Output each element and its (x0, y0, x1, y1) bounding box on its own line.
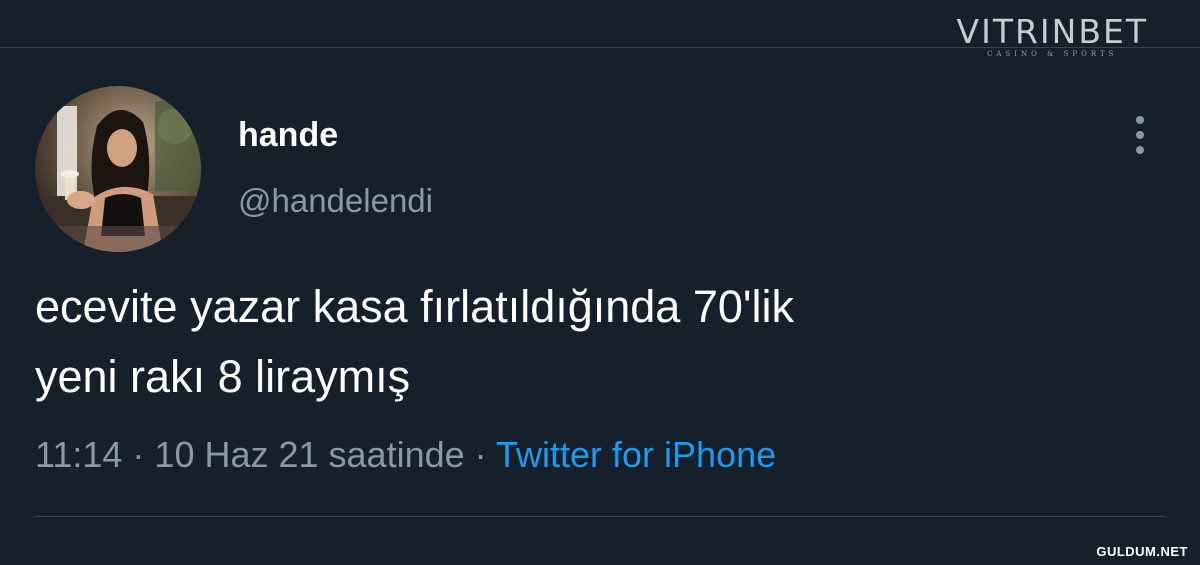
tweet-metadata: 11:14 · 10 Haz 21 saatinde · Twitter for… (35, 433, 776, 477)
guldum-watermark: GULDUM.NET (1096, 544, 1188, 559)
vitrinbet-watermark-logo: VITRINBET CASINO & SPORTS (956, 12, 1148, 59)
tweet-screenshot: VITRINBET CASINO & SPORTS hande @handele… (0, 0, 1200, 565)
tweet-text-line: yeni rakı 8 liraymış (35, 351, 411, 402)
more-options-button[interactable] (1128, 112, 1152, 158)
avatar[interactable] (35, 86, 201, 252)
tweet-source-link[interactable]: Twitter for iPhone (496, 434, 776, 475)
vertical-ellipsis-icon (1136, 116, 1144, 154)
watermark-tagline: CASINO & SPORTS (987, 50, 1118, 58)
watermark-brand: VITRINBET (956, 12, 1148, 51)
tweet-text-line: ecevite yazar kasa fırlatıldığında 70'li… (35, 281, 794, 332)
tweet-date[interactable]: 10 Haz 21 saatinde (154, 434, 464, 475)
meta-separator: · (122, 434, 155, 475)
user-handle[interactable]: @handelendi (238, 181, 433, 221)
footer-divider (35, 516, 1165, 517)
tweet-time[interactable]: 11:14 (35, 434, 122, 475)
profile-photo-icon (35, 86, 201, 252)
meta-separator: · (464, 434, 496, 475)
tweet-text: ecevite yazar kasa fırlatıldığında 70'li… (35, 272, 1155, 412)
display-name[interactable]: hande (238, 115, 338, 155)
